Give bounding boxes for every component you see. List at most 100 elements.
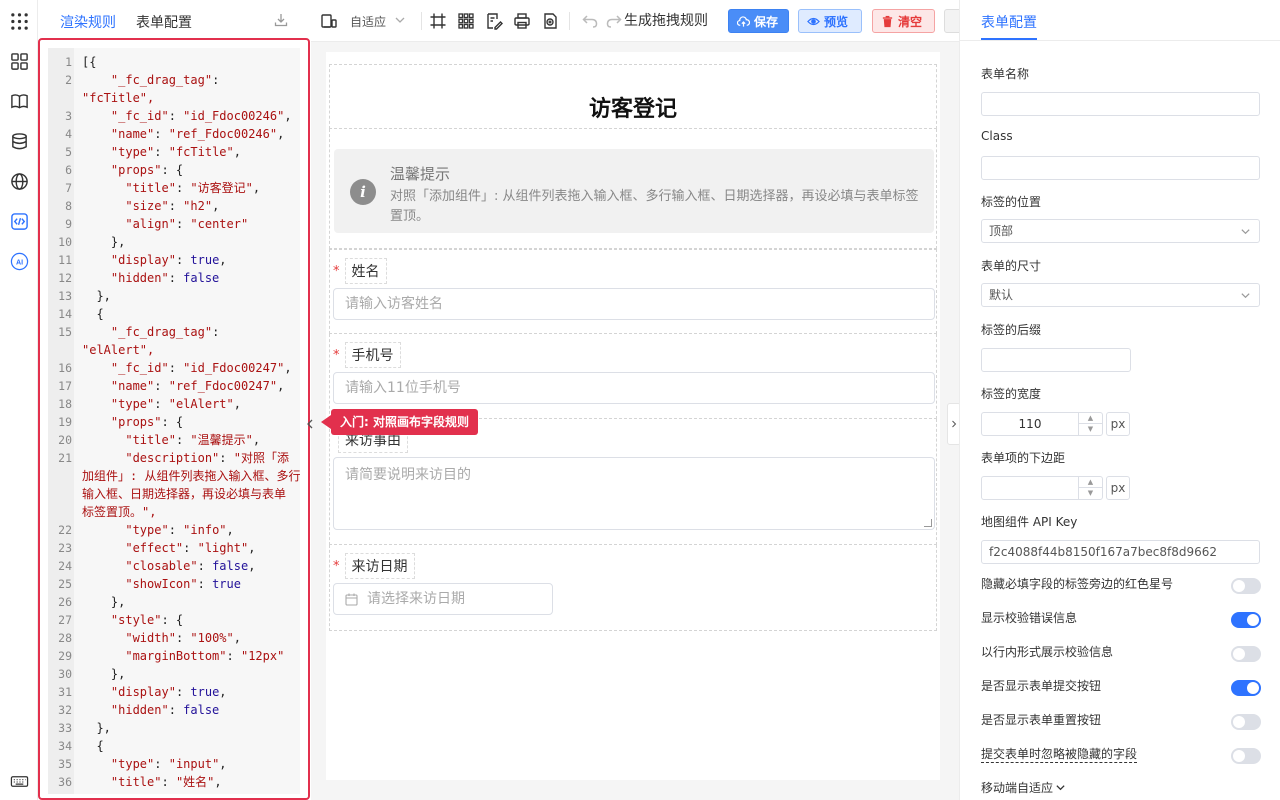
increment-icon[interactable]: ▲: [1079, 413, 1102, 424]
generate-drag-rules-button[interactable]: 生成拖拽规则: [624, 10, 708, 30]
title-block[interactable]: 访客登记: [329, 64, 937, 129]
rules-code-panel: 渲染规则 表单配置 1 [{2 "_fc_drag_tag": "fcTitle",…: [38, 0, 311, 800]
code-text: "marginBottom": "12px": [125, 649, 285, 663]
code-line: "fcTitle",: [48, 89, 300, 107]
alert-title: 温馨提示: [390, 165, 451, 183]
code-line: 9 "align": "center": [48, 215, 300, 233]
show-submit-button-toggle[interactable]: [1231, 680, 1261, 696]
label-width-value: 110: [1018, 417, 1042, 431]
code-text: "elAlert",: [82, 343, 155, 357]
toggle-label: 显示校验错误信息: [981, 611, 1078, 625]
code-editor-highlight: 1 [{2 "_fc_drag_tag": "fcTitle", 3 "_fc_id"…: [38, 38, 310, 800]
field-date-block[interactable]: * 来访日期 请选择来访日期: [329, 545, 937, 631]
edit-icon[interactable]: [485, 12, 503, 30]
alert-block[interactable]: i 温馨提示 对照「添加组件」: 从组件列表拖入输入框、多行输入框、日期选择器，…: [329, 129, 937, 249]
code-text: "hidden": false: [110, 271, 220, 285]
redo-icon[interactable]: [605, 12, 623, 30]
code-lines: 1 [{2 "_fc_drag_tag": "fcTitle", 3 "_fc_id"…: [48, 53, 300, 791]
hide-required-asterisk-toggle[interactable]: [1231, 578, 1261, 594]
field-reason-block[interactable]: 来访事由 请简要说明来访目的: [329, 419, 937, 545]
inline-validation-toggle[interactable]: [1231, 646, 1261, 662]
line-number: [48, 485, 74, 503]
chevron-left-icon[interactable]: [305, 416, 315, 432]
code-line: 4 "name": "ref_Fdoc00246",: [48, 125, 300, 143]
label-position-select[interactable]: 顶部: [981, 219, 1260, 243]
undo-icon[interactable]: [581, 12, 599, 30]
show-reset-button-toggle[interactable]: [1231, 714, 1261, 730]
preview-button[interactable]: 预览: [798, 9, 862, 33]
label-width-stepper[interactable]: 110 ▲ ▼: [981, 412, 1103, 436]
decrement-icon[interactable]: ▼: [1079, 424, 1102, 435]
label-suffix-input[interactable]: [981, 348, 1131, 372]
class-input[interactable]: [981, 156, 1260, 180]
code-line: 35 "type": "input",: [48, 755, 300, 773]
trash-icon: [882, 15, 893, 27]
code-text: },: [82, 721, 111, 735]
map-key-input[interactable]: f2c4088f44b8150f167a7bec8f8d9662: [981, 540, 1260, 564]
required-mark: *: [333, 558, 340, 574]
show-validation-errors-toggle[interactable]: [1231, 612, 1261, 628]
line-number: 15: [58, 325, 72, 339]
code-icon[interactable]: [9, 211, 29, 231]
globe-icon[interactable]: [9, 171, 29, 191]
field-phone-block[interactable]: * 手机号 请输入11位手机号: [329, 334, 937, 419]
reason-textarea[interactable]: 请简要说明来访目的: [333, 457, 935, 530]
code-text: 标签置顶。",: [82, 505, 157, 519]
required-mark: *: [333, 347, 340, 363]
code-line: 33 },: [48, 719, 300, 737]
info-icon: i: [350, 179, 376, 205]
book-icon[interactable]: [9, 91, 29, 111]
stepper-controls[interactable]: ▲ ▼: [1078, 477, 1102, 499]
print-icon[interactable]: [513, 12, 531, 30]
visit-date-picker[interactable]: 请选择来访日期: [333, 583, 553, 615]
line-number: 28: [58, 631, 72, 645]
code-line: 25 "showIcon": true: [48, 575, 300, 593]
ignore-hidden-fields-toggle[interactable]: [1231, 748, 1261, 764]
database-icon[interactable]: [9, 131, 29, 151]
code-line: 8 "size": "h2",: [48, 197, 300, 215]
clear-button[interactable]: 清空: [872, 9, 935, 33]
chevron-down-icon: [1056, 785, 1065, 791]
device-icon[interactable]: [320, 12, 338, 30]
grid-icon[interactable]: [457, 12, 475, 30]
code-line: 输入框、日期选择器，再设必填与表单: [48, 485, 300, 503]
keyboard-icon[interactable]: [9, 771, 29, 791]
stepper-controls[interactable]: ▲ ▼: [1078, 413, 1102, 435]
import-icon[interactable]: [541, 12, 559, 30]
save-button[interactable]: 保存: [728, 9, 789, 33]
apps-grid-icon[interactable]: [9, 11, 29, 31]
resize-handle[interactable]: [924, 519, 932, 527]
form-name-input[interactable]: [981, 92, 1260, 116]
line-number: 4: [65, 127, 72, 141]
adapt-select[interactable]: 自适应: [350, 13, 405, 30]
tab-render-rules[interactable]: 渲染规则: [60, 12, 116, 32]
line-number: 22: [58, 523, 72, 537]
toggle-label: 隐藏必填字段的标签旁边的红色星号: [981, 577, 1174, 591]
phone-input[interactable]: 请输入11位手机号: [333, 372, 935, 404]
label-width-label: 标签的宽度: [981, 387, 1042, 401]
code-text: "props": {: [110, 415, 184, 429]
tab-form-config[interactable]: 表单配置: [136, 12, 192, 32]
increment-icon[interactable]: ▲: [1079, 477, 1102, 488]
code-line: 36 "title": "姓名",: [48, 773, 300, 791]
chevron-down-icon: [1241, 229, 1250, 235]
code-text: },: [82, 235, 126, 249]
line-number: 25: [58, 577, 72, 591]
form-size-select[interactable]: 默认: [981, 283, 1260, 307]
px-unit: px: [1106, 476, 1130, 500]
frame-icon[interactable]: [429, 12, 447, 30]
download-icon[interactable]: [273, 12, 289, 28]
ai-icon[interactable]: AI: [9, 251, 29, 271]
svg-text:AI: AI: [15, 258, 22, 266]
components-icon[interactable]: [9, 51, 29, 71]
item-margin-stepper[interactable]: ▲ ▼: [981, 476, 1103, 500]
code-editor[interactable]: 1 [{2 "_fc_drag_tag": "fcTitle", 3 "_fc_id"…: [48, 48, 300, 794]
decrement-icon[interactable]: ▼: [1079, 488, 1102, 499]
item-margin-label: 表单项的下边距: [981, 451, 1066, 465]
mobile-adapt-expander[interactable]: 移动端自适应: [981, 779, 1066, 796]
field-name-block[interactable]: * 姓名 请输入访客姓名: [329, 249, 937, 334]
tab-form-config-right[interactable]: 表单配置: [981, 12, 1037, 32]
visitor-name-input[interactable]: 请输入访客姓名: [333, 288, 935, 320]
line-number: 1: [65, 55, 72, 69]
line-number: 24: [58, 559, 72, 573]
